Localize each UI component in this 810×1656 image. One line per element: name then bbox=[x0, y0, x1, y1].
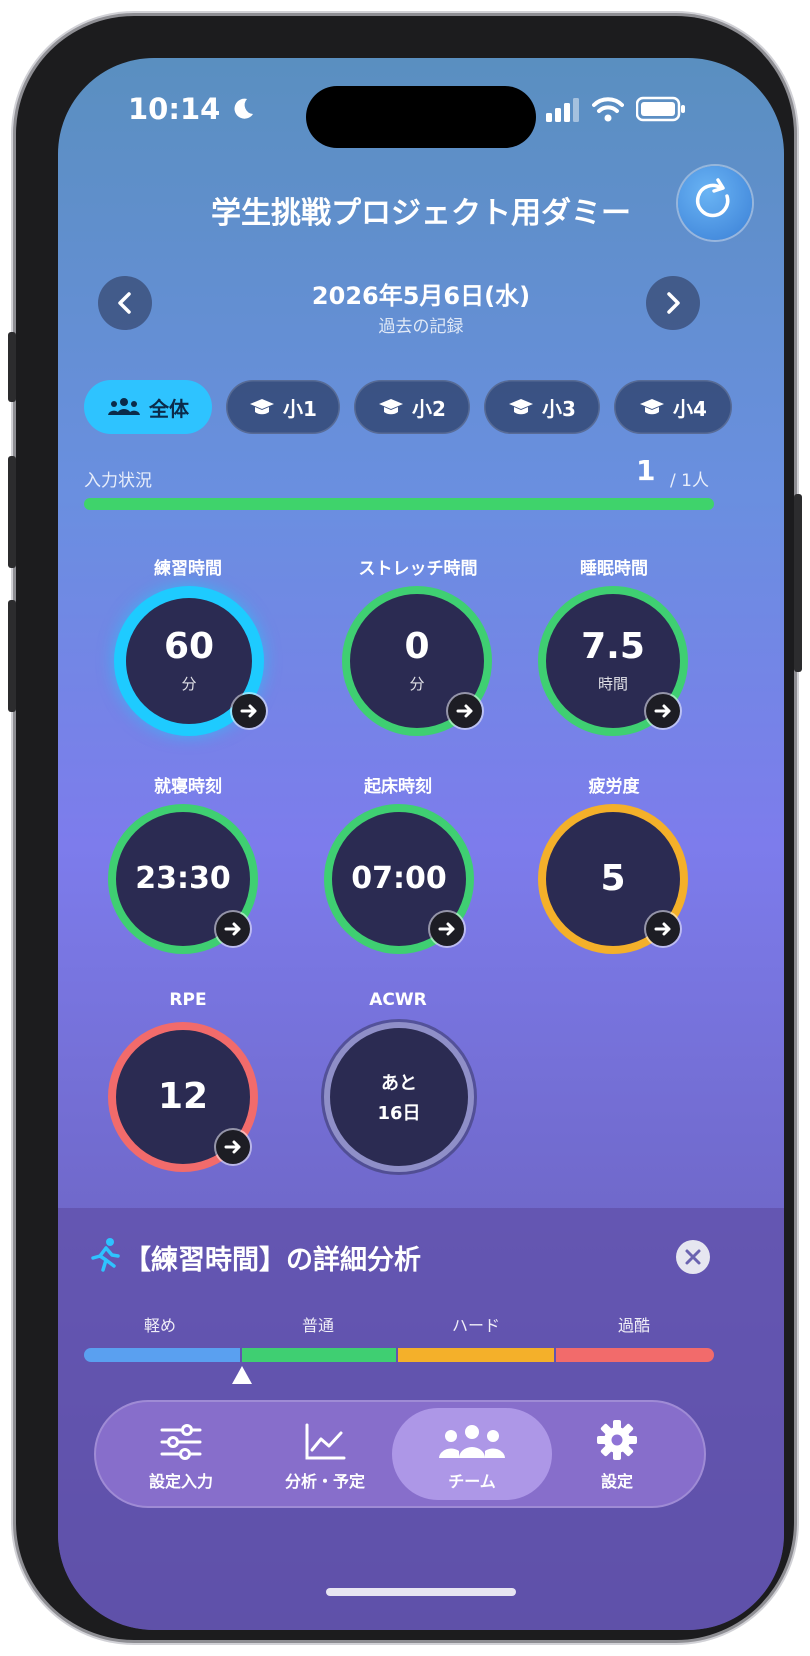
level-bar-light bbox=[84, 1348, 240, 1362]
metric-label: ACWR bbox=[369, 990, 427, 1010]
tabbar-item-analysis[interactable]: 分析・予定 bbox=[250, 1418, 400, 1492]
tab-grade-3[interactable]: 小3 bbox=[484, 380, 600, 434]
chart-line-icon bbox=[305, 1423, 346, 1460]
volume-up-button bbox=[8, 456, 16, 568]
graduation-cap-icon bbox=[379, 399, 404, 415]
graduation-cap-icon bbox=[250, 399, 275, 415]
mute-switch bbox=[8, 332, 16, 402]
dynamic-island bbox=[306, 86, 536, 148]
level-label-normal: 普通 bbox=[301, 1316, 334, 1335]
status-time: 10:14 bbox=[128, 92, 256, 126]
running-icon bbox=[91, 1238, 120, 1272]
gear-icon bbox=[597, 1420, 637, 1460]
arrow-right-icon[interactable] bbox=[646, 694, 680, 728]
phone-frame: 10:14 学生挑戦プロジェクト用ダミー 2026年5月6日(水) 過去の記録 … bbox=[8, 16, 802, 1640]
metric-label: 疲労度 bbox=[588, 777, 640, 797]
signal-icon bbox=[546, 98, 579, 122]
arrow-right-icon[interactable] bbox=[646, 912, 680, 946]
level-bar-extreme bbox=[556, 1348, 714, 1362]
wifi-icon bbox=[592, 97, 624, 122]
graduation-cap-icon bbox=[640, 399, 665, 415]
metric-label: ストレッチ時間 bbox=[358, 559, 478, 579]
metric-label: 練習時間 bbox=[154, 559, 222, 579]
level-label-extreme: 過酷 bbox=[617, 1316, 650, 1335]
input-status-total: / 1人 bbox=[670, 471, 709, 491]
level-marker-icon bbox=[232, 1366, 252, 1384]
sliders-icon bbox=[160, 1424, 202, 1460]
tabbar-item-settings-input[interactable]: 設定入力 bbox=[106, 1418, 256, 1492]
arrow-right-icon[interactable] bbox=[216, 1130, 250, 1164]
next-date-button[interactable] bbox=[646, 276, 700, 330]
level-label-light: 軽め bbox=[143, 1316, 176, 1335]
tab-all[interactable]: 全体 bbox=[84, 380, 212, 434]
arrow-right-icon[interactable] bbox=[216, 912, 250, 946]
arrow-right-icon[interactable] bbox=[448, 694, 482, 728]
metric-label: 就寝時刻 bbox=[154, 777, 222, 797]
detail-title: 【練習時間】の詳細分析 bbox=[124, 1245, 421, 1276]
refresh-icon bbox=[695, 178, 730, 218]
metric-label: RPE bbox=[169, 990, 207, 1010]
page-title: 学生挑戦プロジェクト用ダミー bbox=[211, 196, 631, 231]
arrow-right-icon[interactable] bbox=[430, 912, 464, 946]
input-status-label: 入力状況 bbox=[84, 471, 152, 491]
chevron-right-icon bbox=[667, 292, 680, 314]
moon-icon bbox=[234, 98, 254, 119]
tab-grade-4[interactable]: 小4 bbox=[614, 380, 732, 434]
screen: 10:14 学生挑戦プロジェクト用ダミー 2026年5月6日(水) 過去の記録 … bbox=[58, 58, 784, 1630]
tabbar-item-settings[interactable]: 設定 bbox=[542, 1418, 692, 1492]
close-button[interactable] bbox=[676, 1240, 710, 1274]
tab-grade-1[interactable]: 小1 bbox=[226, 380, 340, 434]
input-progress-bar bbox=[84, 498, 714, 510]
volume-down-button bbox=[8, 600, 16, 712]
refresh-button[interactable] bbox=[678, 166, 752, 240]
team-icon bbox=[439, 1425, 505, 1458]
metric-acwr[interactable]: あと 16日 bbox=[324, 1022, 474, 1172]
metric-label: 睡眠時間 bbox=[580, 559, 648, 579]
battery-icon bbox=[636, 96, 685, 122]
people-icon bbox=[108, 398, 140, 415]
close-icon bbox=[685, 1249, 701, 1265]
level-label-hard: ハード bbox=[451, 1316, 500, 1335]
home-indicator bbox=[326, 1588, 516, 1596]
level-bar-normal bbox=[242, 1348, 396, 1362]
metric-label: 起床時刻 bbox=[364, 777, 432, 797]
level-bar-hard bbox=[398, 1348, 554, 1362]
arrow-right-icon[interactable] bbox=[232, 694, 266, 728]
tabbar-item-team[interactable]: チーム bbox=[397, 1418, 547, 1492]
power-button bbox=[794, 494, 802, 672]
graduation-cap-icon bbox=[509, 399, 534, 415]
tab-grade-2[interactable]: 小2 bbox=[354, 380, 470, 434]
input-status-count: 1 bbox=[636, 454, 656, 487]
